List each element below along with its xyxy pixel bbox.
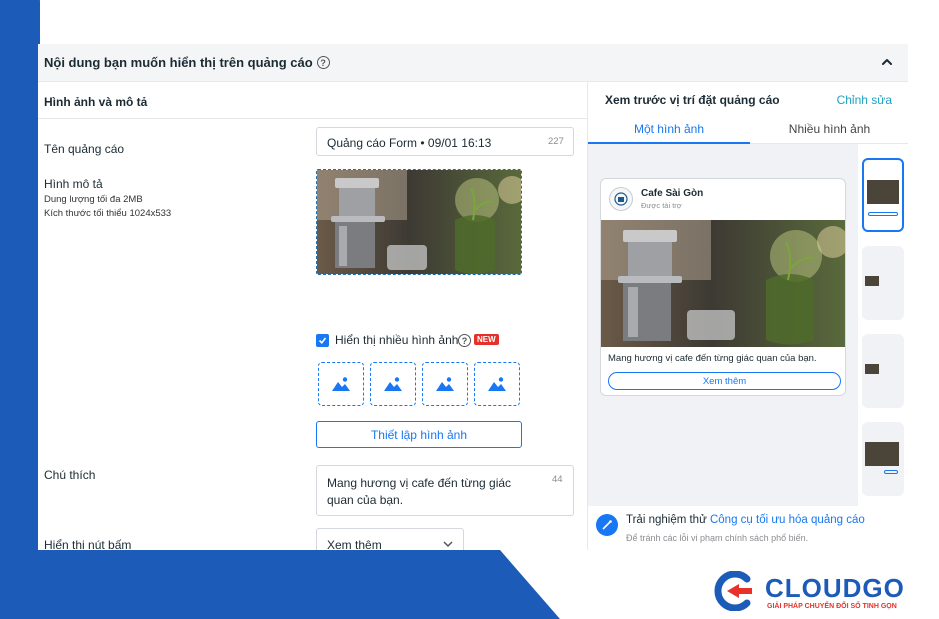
new-badge: NEW [474, 334, 499, 345]
preview-tabs: Một hình ảnh Nhiều hình ảnh [588, 114, 908, 144]
cafe-logo-icon [614, 192, 628, 206]
ad-name-value: Quảng cáo Form • 09/01 16:13 [327, 136, 492, 150]
multi-image-help-icon[interactable]: ? [458, 334, 471, 347]
image-label: Hình mô tả [44, 177, 103, 191]
thumb-cta [868, 212, 898, 216]
image-icon [436, 377, 454, 391]
screenshot-stage: Nội dung bạn muốn hiển thị trên quảng cá… [0, 0, 939, 619]
ad-preview-image [601, 220, 845, 347]
page-name: Cafe Sài Gòn [641, 188, 704, 199]
placement-thumb-3[interactable] [862, 334, 904, 408]
image-slot-1[interactable] [318, 362, 364, 406]
optimization-tip: Trải nghiệm thử Công cụ tối ưu hóa quảng… [588, 506, 908, 550]
ad-preview-card: Cafe Sài Gòn Được tài trợ Mang hương vị … [600, 178, 846, 396]
cta-label: Hiển thị nút bấm [44, 538, 132, 550]
cloudgo-mark-icon [714, 571, 752, 611]
brand-name: CLOUDGO [765, 573, 905, 603]
setup-images-button[interactable]: Thiết lập hình ảnh [316, 421, 522, 448]
ad-name-input[interactable]: Quảng cáo Form • 09/01 16:13 [316, 127, 574, 156]
placement-thumbnails [858, 144, 908, 506]
ad-name-counter: 227 [548, 136, 564, 147]
check-icon [318, 337, 327, 345]
image-icon [488, 377, 506, 391]
card-caption: Mang hương vị cafe đến từng giác quan củ… [608, 353, 817, 364]
tab-multi-image[interactable]: Nhiều hình ảnh [750, 114, 908, 144]
avatar [609, 187, 633, 211]
multi-image-checkbox[interactable] [316, 334, 329, 347]
tip-text: Trải nghiệm thử Công cụ tối ưu hóa quảng… [626, 514, 865, 526]
tip-link[interactable]: Công cụ tối ưu hóa quảng cáo [710, 514, 865, 526]
tab-single-image[interactable]: Một hình ảnh [588, 114, 750, 144]
image-icon [384, 377, 402, 391]
chevron-up-icon[interactable] [880, 55, 894, 69]
caption-label: Chú thích [44, 468, 96, 482]
ad-name-label: Tên quảng cáo [44, 142, 125, 156]
sponsored-label: Được tài trợ [641, 201, 682, 210]
form-column: Hình ảnh và mô tả Tên quảng cáo Quảng cá… [38, 82, 587, 550]
caption-value: Mang hương vị cafe đến từng giác quan củ… [327, 476, 512, 507]
card-cta-button[interactable]: Xem thêm [608, 372, 841, 390]
tip-subtext: Để tránh các lỗi vi phạm chính sách phổ … [626, 533, 809, 543]
chevron-down-icon [443, 541, 453, 548]
placement-thumb-1[interactable] [862, 158, 904, 232]
magic-wand-icon [596, 514, 618, 536]
image-slot-2[interactable] [370, 362, 416, 406]
tip-prefix: Trải nghiệm thử [626, 514, 710, 526]
preview-area: Cafe Sài Gòn Được tài trợ Mang hương vị … [588, 144, 908, 506]
ad-image-upload[interactable] [316, 169, 522, 275]
edit-link[interactable]: Chỉnh sửa [837, 93, 892, 107]
divider [38, 118, 587, 119]
thumb-image [865, 276, 879, 286]
image-hint-size: Dung lượng tối đa 2MB [44, 194, 143, 205]
brand-tagline: GIẢI PHÁP CHUYỂN ĐỔI SỐ TINH GỌN [767, 603, 897, 610]
placement-thumb-2[interactable] [862, 246, 904, 320]
image-hint-dims: Kích thước tối thiểu 1024x533 [44, 208, 172, 219]
cta-select[interactable]: Xem thêm [316, 528, 464, 550]
thumb-cta [884, 470, 898, 474]
image-slot-3[interactable] [422, 362, 468, 406]
multi-image-label: Hiển thị nhiều hình ảnh [335, 333, 459, 347]
ad-content-panel: Nội dung bạn muốn hiển thị trên quảng cá… [38, 44, 908, 550]
placement-thumb-4[interactable] [862, 422, 904, 496]
panel-title: Nội dung bạn muốn hiển thị trên quảng cá… [44, 55, 313, 70]
preview-title: Xem trước vị trí đặt quảng cáo [605, 93, 780, 107]
thumb-image [865, 442, 899, 466]
section-title: Hình ảnh và mô tả [44, 95, 148, 109]
help-icon[interactable]: ? [316, 56, 330, 69]
thumb-image [867, 180, 899, 204]
panel-header[interactable]: Nội dung bạn muốn hiển thị trên quảng cá… [38, 44, 908, 82]
thumb-image [865, 364, 879, 374]
image-slot-4[interactable] [474, 362, 520, 406]
image-icon [332, 377, 350, 391]
cta-select-value: Xem thêm [327, 538, 382, 550]
preview-column: Xem trước vị trí đặt quảng cáo Chỉnh sửa… [587, 82, 908, 550]
caption-counter: 44 [552, 474, 563, 485]
coffee-photo [317, 170, 521, 274]
caption-textarea[interactable]: Mang hương vị cafe đến từng giác quan củ… [316, 465, 574, 516]
